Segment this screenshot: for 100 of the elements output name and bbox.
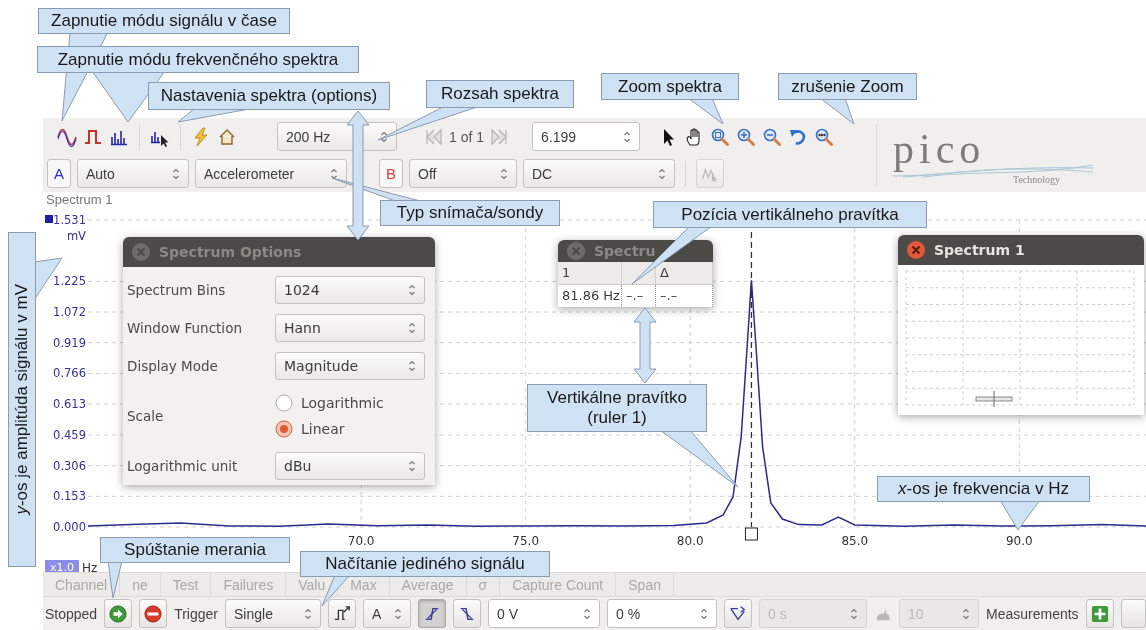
updown-icon [850,606,858,621]
zoom-badge: x1.0 [45,560,79,572]
field-label: Spectrum Bins [127,282,227,298]
axis-tick-label: 0.306 [53,458,86,473]
axis-tick-label: 0.153 [53,489,86,504]
updown-icon [408,459,416,473]
option-select[interactable]: 1024 [275,276,425,304]
plus-icon [1090,604,1109,623]
updown-icon [700,606,708,621]
trigger-channel-select[interactable]: A [363,599,411,629]
pre-trigger-field[interactable]: 0 % [607,599,717,629]
updown-icon [304,606,312,621]
window-title: Spectrum 1 [934,242,1025,258]
range-select[interactable]: Off [409,159,517,188]
axis-tick-label: 0.613 [53,397,86,412]
threshold-field[interactable]: 0 V [488,599,600,629]
zoom-area-icon[interactable] [710,126,731,147]
trigger-type-button[interactable] [328,599,356,629]
updown-icon [658,166,666,181]
axis-tick-label: 0.000 [53,520,86,534]
updown-icon [500,166,508,181]
pre-trigger-button[interactable] [724,599,752,629]
field-label: Display Mode [127,358,219,374]
close-icon[interactable] [906,240,926,260]
ruler-line[interactable] [744,231,758,541]
range-select[interactable]: Auto [77,159,189,188]
channel-button[interactable]: B [379,159,403,188]
edge-button[interactable] [418,599,446,629]
edge-button[interactable] [453,599,481,629]
option-select[interactable]: Hann [275,314,425,342]
axis-tick-label: 80.0 [676,534,704,548]
updown-icon [408,359,416,373]
probe-select[interactable]: Accelerometer [195,159,347,188]
updown-icon [623,129,632,144]
callout: Typ snímača/sondy [380,200,560,226]
add-button[interactable] [1085,599,1114,629]
table-cell: –.– [622,285,656,307]
logo-tagline: Technology [1013,174,1061,185]
window-title: Spectru [594,243,656,259]
chart-title: Spectrum 1 [45,192,113,208]
trigger-wave-icon [729,604,747,623]
start-button[interactable] [104,599,133,629]
zoom-fit-icon[interactable] [814,126,835,147]
option-select[interactable]: dBu [275,452,425,480]
callout: Vertikálne pravítko (ruler 1) [527,384,707,432]
updown-icon [408,283,416,297]
axis-tick-label: 90.0 [1005,534,1033,548]
axis-tick-label: 0.766 [53,366,86,381]
play-icon [109,604,128,623]
column-header: Δ [656,262,713,285]
pulse-edge-icon [333,604,351,623]
channel-marker [45,215,53,223]
field-label: Scale [127,408,165,424]
axis-tick-label: 1.072 [53,305,86,320]
stop-button[interactable] [139,599,168,629]
updown-icon [962,606,970,621]
updown-icon [330,166,338,181]
dialog-title: Spectrum Options [159,244,302,260]
updown-icon [408,321,416,335]
radio-icon [275,394,293,412]
field-label: Logarithmic unit [127,458,239,474]
axis-tick-label: 85.0 [841,534,869,548]
axis-tick-label: 1.531 [53,213,86,227]
callout: Pozícia vertikálneho pravítka [653,201,927,228]
radio-checked-icon [275,420,293,438]
callout: Rozsah spektra [426,80,574,108]
coupling-select[interactable]: DC [523,159,675,188]
axis-tick-label: 1.225 [53,274,86,289]
page-indicator: 1 of 1 [449,128,485,145]
field-label: Window Function [127,320,243,336]
wave-cursor-icon [701,164,719,183]
radio-option[interactable]: Linear [275,420,384,438]
trigger-label: Trigger [174,605,218,622]
callout: Zapnutie módu signálu v čase [38,8,290,34]
channel-button[interactable]: A [47,159,71,188]
column-header: 1 [558,262,622,285]
lightning-icon[interactable] [191,126,211,147]
axis-tick-label: 0.459 [53,427,86,442]
status-text: Stopped [45,605,98,622]
axis-tick-label: 0.919 [53,335,86,350]
table-cell: –.– [656,285,713,307]
table-cell: 81.86 Hz [558,285,622,307]
option-select[interactable]: Magnitude [275,352,425,380]
updown-icon [583,606,591,621]
zoom-out-icon[interactable] [762,126,783,147]
axis-unit: mV [66,229,86,243]
radio-option[interactable]: Logarithmic [275,394,384,412]
trigger-mode-select[interactable]: Single [225,599,321,629]
callout-pointer [107,560,123,599]
axis-tick-label: 75.0 [512,534,540,548]
updown-icon [380,129,388,144]
zoom-in-icon[interactable] [736,126,757,147]
updown-icon [394,606,402,621]
zoom-value-field[interactable]: 6.199 [532,122,641,151]
mini-ruler-icon [975,390,1013,408]
stop-icon [144,604,163,623]
updown-icon [172,166,180,181]
axis-unit: Hz [82,561,98,572]
sine-wave-icon[interactable] [57,126,77,147]
measurements-label: Measurements [986,605,1079,622]
